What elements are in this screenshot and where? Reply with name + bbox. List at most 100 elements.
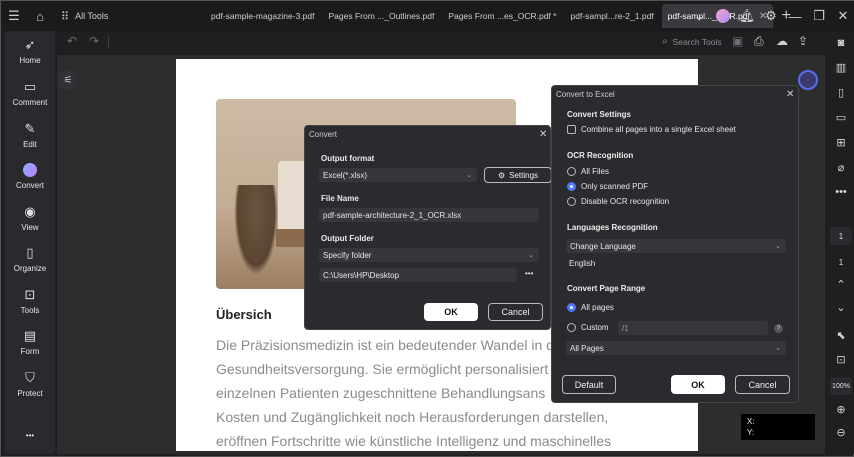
avatar[interactable]: [711, 1, 735, 31]
share-icon[interactable]: ⇪: [798, 34, 808, 48]
chevron-down-icon: ⌄: [775, 345, 781, 352]
ok-button[interactable]: OK: [424, 303, 478, 321]
photo-tree: [234, 185, 278, 275]
sidebar-item-convert[interactable]: Convert: [5, 162, 55, 190]
tab-ocr-modified[interactable]: Pages From ...es_OCR.pdf *: [442, 4, 562, 28]
bookmark-icon[interactable]: ▯: [827, 86, 854, 99]
sidebar-item-protect[interactable]: ⛉ Protect: [5, 370, 55, 398]
tab-outlines[interactable]: Pages From ..._Outlines.pdf: [322, 4, 440, 28]
ocr-option-disable[interactable]: Disable OCR recognition: [567, 197, 669, 206]
sidebar-more-button[interactable]: •••: [5, 427, 55, 443]
sidebar-item-label: Tools: [20, 306, 40, 315]
assistant-icon[interactable]: ◙: [827, 37, 854, 49]
more-icon[interactable]: •••: [827, 186, 854, 198]
close-icon[interactable]: ✕: [786, 89, 794, 100]
radio-button-selected: [567, 303, 576, 312]
zoom-level[interactable]: 100%: [830, 377, 852, 395]
settings-label: Settings: [509, 170, 539, 180]
chevron-down-icon[interactable]: ⌄: [827, 301, 854, 314]
sidebar-item-label: Protect: [17, 389, 43, 398]
sidebar-item-form[interactable]: ▤ Form: [5, 328, 55, 356]
close-icon[interactable]: ✕: [831, 1, 854, 31]
sidebar-item-label: Edit: [23, 140, 37, 149]
change-language-select[interactable]: Change Language ⌄: [566, 239, 786, 253]
chevron-up-icon[interactable]: ⌃: [827, 278, 854, 291]
combine-pages-checkbox[interactable]: Combine all pages into a single Excel sh…: [567, 125, 736, 134]
restore-icon[interactable]: ❐: [807, 1, 831, 31]
cancel-button[interactable]: Cancel: [735, 375, 790, 394]
custom-range-input[interactable]: /1: [618, 321, 768, 335]
tab-label: pdf-sampl...re-2_1.pdf: [570, 11, 654, 21]
fit-page-icon[interactable]: ⊡: [827, 353, 854, 366]
minimize-icon[interactable]: —: [783, 1, 807, 31]
sidebar-item-home[interactable]: ➶ Home: [5, 37, 55, 65]
folder-path-input[interactable]: C:\Users\HP\Desktop: [319, 268, 517, 282]
tab-label: Pages From ..._Outlines.pdf: [328, 11, 435, 21]
comments-icon[interactable]: ▭: [827, 111, 854, 124]
paragraph-line: eröffnen Fortschritte wie künstliche Int…: [216, 433, 612, 449]
home-icon[interactable]: ⌂: [27, 1, 53, 31]
cancel-button[interactable]: Cancel: [488, 303, 543, 321]
gear-icon[interactable]: ⚙: [759, 1, 783, 31]
default-button[interactable]: Default: [562, 375, 616, 394]
ocr-option-only-scanned[interactable]: Only scanned PDF: [567, 182, 648, 191]
panels-icon[interactable]: ▥: [827, 61, 854, 74]
close-icon[interactable]: ✕: [539, 129, 547, 140]
pages-select[interactable]: All Pages ⌄: [566, 341, 786, 355]
redo-icon[interactable]: ↷: [89, 34, 99, 48]
tab-magazine[interactable]: pdf-sample-magazine-3.pdf: [205, 4, 320, 28]
bell-icon[interactable]: 🔔︎: [735, 1, 759, 31]
menu-icon[interactable]: ☰: [1, 1, 27, 31]
sidebar-item-tools[interactable]: ⊡ Tools: [5, 287, 55, 315]
sidebar-item-label: View: [21, 223, 39, 232]
help-icon[interactable]: ?: [774, 324, 783, 333]
ai-assistant-icon[interactable]: [798, 70, 818, 90]
thumbnails-icon[interactable]: ⊞: [827, 136, 854, 149]
select-value: Change Language: [570, 241, 636, 251]
filter-icon[interactable]: ⚟: [58, 70, 78, 90]
tab-label: pdf-sample-magazine-3.pdf: [211, 11, 315, 21]
sidebar-item-label: Convert: [15, 181, 44, 190]
print-icon[interactable]: ⎙: [754, 34, 764, 49]
more-icon: •••: [25, 430, 35, 440]
chevron-down-icon[interactable]: ⌄: [687, 1, 711, 31]
search-tools-button[interactable]: ⌕ Search Tools: [662, 36, 722, 47]
sidebar-item-organize[interactable]: ▯ Organize: [5, 245, 55, 273]
undo-icon[interactable]: ↶: [67, 34, 77, 48]
y-coordinate: Y:: [747, 428, 755, 437]
title-bar: ☰ ⌂ ⠿ All Tools pdf-sample-magazine-3.pd…: [1, 1, 854, 31]
zoom-out-icon[interactable]: ⊖: [827, 426, 854, 439]
page-number-field[interactable]: 1: [830, 227, 852, 245]
comment-icon: ▭: [23, 79, 37, 94]
page-heading: Übersich: [216, 307, 272, 322]
chevron-down-icon: ⌄: [466, 172, 472, 179]
sidebar-item-edit[interactable]: ✎ Edit: [5, 121, 55, 149]
range-option-all-pages[interactable]: All pages: [567, 303, 614, 312]
chevron-down-icon: ⌄: [528, 252, 534, 259]
gear-icon: ⚙: [497, 170, 506, 180]
save-icon[interactable]: ▣: [732, 34, 743, 48]
output-format-select[interactable]: Excel(*.xlsx) ⌄: [319, 168, 477, 182]
browse-folder-button[interactable]: •••: [525, 269, 533, 278]
radio-button-selected: [567, 182, 576, 191]
right-rail: ◙ ▥ ▯ ▭ ⊞ ⌀ ••• 1 1 ⌃ ⌄ ⬉ ⊡ 100% ⊕ ⊖: [827, 31, 854, 454]
upload-cloud-icon[interactable]: ☁: [776, 34, 788, 48]
paragraph-line: Kosten und Zugänglichkeit noch Herausfor…: [216, 409, 609, 425]
ok-button[interactable]: OK: [671, 375, 725, 394]
checkbox-label: Combine all pages into a single Excel sh…: [581, 125, 736, 134]
output-folder-select[interactable]: Specify folder ⌄: [319, 248, 539, 262]
convert-icon: [5, 162, 55, 178]
all-tools-button[interactable]: ⠿ All Tools: [61, 10, 151, 23]
ocr-option-all-files[interactable]: All Files: [567, 167, 609, 176]
attachment-icon[interactable]: ⌀: [827, 161, 854, 174]
settings-button[interactable]: ⚙ Settings: [484, 167, 552, 183]
tab-architecture[interactable]: pdf-sampl...re-2_1.pdf: [565, 4, 660, 28]
sidebar-item-comment[interactable]: ▭ Comment: [5, 79, 55, 107]
range-option-custom[interactable]: Custom: [567, 323, 609, 332]
sidebar-item-view[interactable]: ◉ View: [5, 204, 55, 232]
zoom-in-icon[interactable]: ⊕: [827, 403, 854, 416]
file-name-input[interactable]: pdf-sample-architecture-2_1_OCR.xlsx: [319, 208, 539, 222]
convert-to-excel-dialog: Convert to Excel ✕ Convert Settings Comb…: [551, 85, 799, 403]
select-cursor-icon[interactable]: ⬉: [827, 329, 854, 342]
convert-settings-title: Convert Settings: [567, 110, 632, 119]
